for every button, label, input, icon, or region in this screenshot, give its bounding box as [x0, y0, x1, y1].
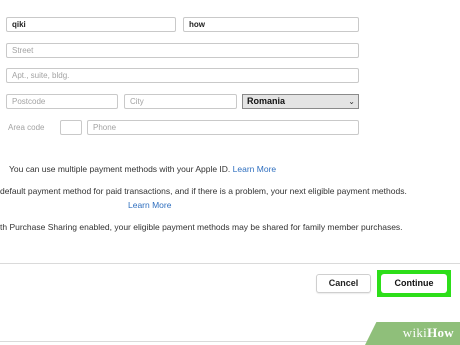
learn-more-row-2: Learn More: [128, 200, 171, 211]
learn-more-link-2[interactable]: Learn More: [128, 200, 171, 210]
purchase-sharing-info: th Purchase Sharing enabled, your eligib…: [0, 222, 403, 233]
country-select-value: Romania: [247, 96, 286, 106]
postcode-field[interactable]: [6, 94, 118, 109]
learn-more-link-1[interactable]: Learn More: [233, 164, 276, 174]
area-code-label: Area code: [8, 123, 45, 132]
chevron-down-icon: ⌄: [348, 97, 355, 106]
street-field[interactable]: [6, 43, 359, 58]
city-field[interactable]: [124, 94, 237, 109]
default-payment-info: default payment method for paid transact…: [0, 186, 407, 197]
info-line1-text: You can use multiple payment methods wit…: [9, 164, 231, 174]
payment-methods-info: You can use multiple payment methods wit…: [9, 164, 276, 175]
continue-button[interactable]: Continue: [381, 274, 447, 293]
watermark-logo: wikiHow: [402, 325, 454, 340]
area-code-field[interactable]: [60, 120, 82, 135]
divider: [0, 263, 460, 264]
country-select[interactable]: Romania ⌄: [242, 94, 359, 109]
phone-field[interactable]: [87, 120, 359, 135]
info-line3-text: th Purchase Sharing enabled, your eligib…: [0, 222, 403, 232]
apt-suite-field[interactable]: [6, 68, 359, 83]
last-name-field[interactable]: [183, 17, 359, 32]
first-name-field[interactable]: [6, 17, 176, 32]
cancel-button[interactable]: Cancel: [316, 274, 371, 293]
info-line2-text: default payment method for paid transact…: [0, 186, 407, 196]
